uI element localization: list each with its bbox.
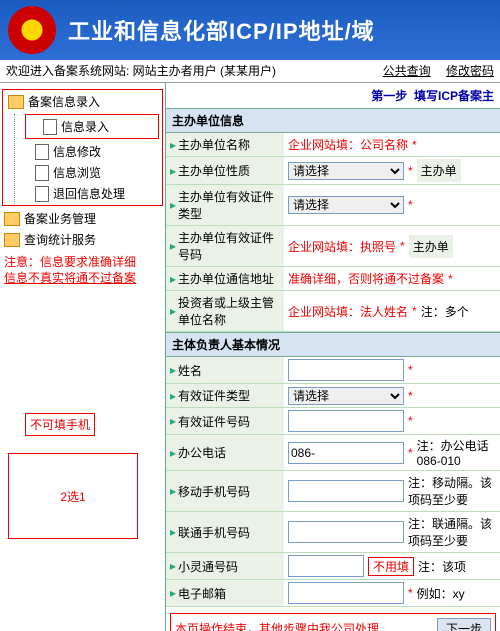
input-unicom[interactable] [288, 521, 404, 543]
label-id-type: 有效证件类型 [178, 387, 250, 404]
label-mobile: 移动手机号码 [178, 483, 250, 500]
hint-investor: 企业网站填：法人姓名 [288, 303, 408, 320]
folder-icon [4, 233, 20, 247]
input-phs[interactable] [288, 555, 364, 577]
section-person-info: 主体负责人基本情况 [166, 332, 500, 357]
input-id-no[interactable] [288, 410, 404, 432]
tree-item-browse[interactable]: 信息浏览 [53, 164, 101, 181]
label-org-nature: 主办单位性质 [178, 162, 250, 179]
tree-item-input[interactable]: 信息录入 [61, 118, 109, 135]
bottom-action-bar: 本页操作结束，其他步骤由我公司处理 下一步 [170, 613, 496, 631]
link-public-query[interactable]: 公共查询 [383, 64, 431, 78]
input-email[interactable] [288, 582, 404, 604]
label-investor: 投资者或上级主管单位名称 [178, 294, 280, 328]
label-id-no: 有效证件号码 [178, 413, 250, 430]
input-mobile[interactable] [288, 480, 404, 502]
form-panel: 第一步 填写ICP备案主 主办单位信息 ▸主办单位名称企业网站填：公司名称* ▸… [166, 83, 500, 631]
next-button[interactable]: 下一步 [437, 618, 491, 631]
step-title: 填写ICP备案主 [414, 89, 494, 103]
sidebar-warning: 注意：信息要求准确详细 信息不真实将通不过备案 [4, 254, 161, 286]
page-header: 工业和信息化部ICP/IP地址/域 [0, 0, 500, 60]
doc-icon [35, 165, 49, 181]
label-cert-type: 主办单位有效证件类型 [178, 188, 280, 222]
label-unicom: 联通手机号码 [178, 524, 250, 541]
label-address: 主办单位通信地址 [178, 270, 274, 287]
label-cert-no: 主办单位有效证件号码 [178, 229, 280, 263]
tree-item-returned[interactable]: 退回信息处理 [53, 185, 125, 202]
hint-address: 准确详细，否则将通不过备案 [288, 270, 444, 287]
hint-org-name: 企业网站填：公司名称 [288, 136, 408, 153]
input-office-phone[interactable] [288, 442, 404, 464]
folder-icon [8, 95, 24, 109]
tree-group-filing[interactable]: 备案信息录入 [4, 91, 161, 112]
annotation-no-mobile: 不可填手机 [25, 413, 95, 436]
label-org-name: 主办单位名称 [178, 136, 250, 153]
folder-icon [4, 212, 20, 226]
nav-tree: 备案信息录入 信息录入 信息修改 信息浏览 退回信息处理 备案业务管理 查询统计… [0, 83, 166, 631]
step-number: 第一步 [371, 89, 407, 103]
label-phs: 小灵通号码 [178, 558, 238, 575]
hint-cert-no: 企业网站填：执照号 [288, 238, 396, 255]
page-title: 工业和信息化部ICP/IP地址/域 [68, 14, 375, 46]
input-name[interactable] [288, 359, 404, 381]
doc-icon [35, 186, 49, 202]
doc-icon [35, 144, 49, 160]
welcome-text: 欢迎进入备案系统网站: 网站主办者用户 (某某用户) [6, 60, 276, 82]
bottom-note: 本页操作结束，其他步骤由我公司处理 [175, 620, 379, 631]
annotation-two-of-one: 2选1 [8, 453, 138, 539]
tree-group-business[interactable]: 备案业务管理 [0, 208, 165, 229]
label-name: 姓名 [178, 362, 202, 379]
link-change-password[interactable]: 修改密码 [446, 64, 494, 78]
sub-toolbar: 欢迎进入备案系统网站: 网站主办者用户 (某某用户) 公共查询 修改密码 [0, 60, 500, 83]
label-email: 电子邮箱 [178, 585, 226, 602]
tree-item-modify[interactable]: 信息修改 [53, 143, 101, 160]
select-cert-type[interactable]: 请选择 [288, 196, 404, 214]
national-emblem-icon [8, 6, 56, 54]
tree-group-stats[interactable]: 查询统计服务 [0, 229, 165, 250]
select-org-nature[interactable]: 请选择 [288, 162, 404, 180]
label-office-phone: 办公电话 [178, 444, 226, 461]
doc-icon [43, 119, 57, 135]
section-org-info: 主办单位信息 [166, 108, 500, 133]
select-id-type[interactable]: 请选择 [288, 387, 404, 405]
